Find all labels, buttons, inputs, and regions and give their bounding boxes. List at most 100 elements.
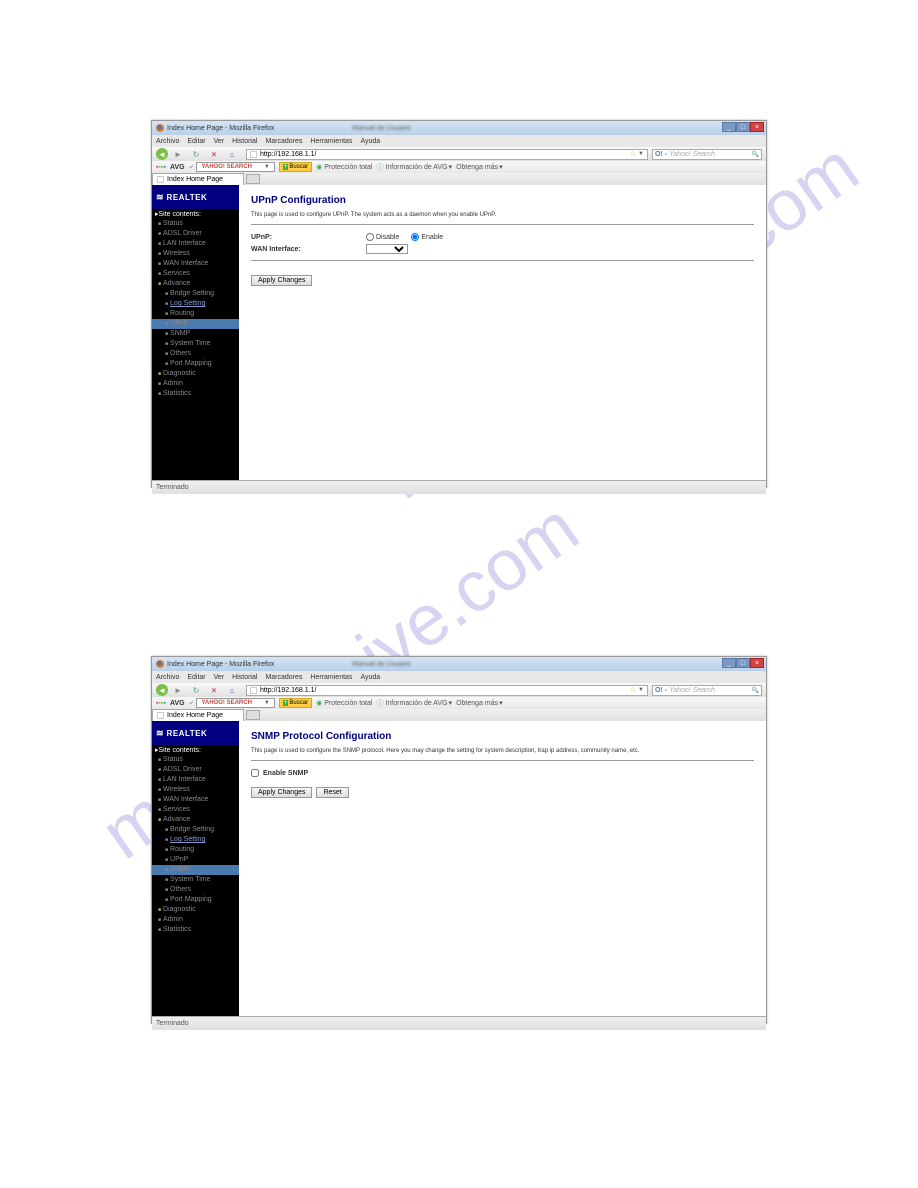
nav-admin[interactable]: Admin (152, 915, 239, 925)
menu-historial[interactable]: Historial (232, 138, 257, 145)
reload-button[interactable]: ↻ (188, 148, 204, 160)
new-tab-button[interactable] (246, 174, 260, 184)
nav-advance[interactable]: Advance (152, 279, 239, 289)
nav-upnp[interactable]: UPnP (152, 319, 239, 329)
forward-button[interactable]: ► (170, 684, 186, 696)
nav-lan[interactable]: LAN Interface (152, 239, 239, 249)
nav-wan[interactable]: WAN Interface (152, 259, 239, 269)
menu-ayuda[interactable]: Ayuda (360, 138, 380, 145)
nav-wireless[interactable]: Wireless (152, 249, 239, 259)
nav-advance[interactable]: Advance (152, 815, 239, 825)
nav-portmap[interactable]: Port Mapping (152, 895, 239, 905)
divider (251, 260, 754, 261)
menu-historial[interactable]: Historial (232, 674, 257, 681)
nav-routing[interactable]: Routing (152, 845, 239, 855)
proteccion-link[interactable]: ◉Protección total (316, 699, 372, 707)
maximize-button[interactable]: □ (736, 122, 750, 132)
bookmark-star-icon[interactable]: ☆ (630, 150, 636, 158)
menu-herramientas[interactable]: Herramientas (310, 674, 352, 681)
tab-label: Index Home Page (167, 712, 223, 719)
search-box[interactable]: O! - Yahoo! Search 🔍 (652, 685, 762, 696)
yahoo-search-box[interactable]: YAHOO! SEARCH ▼ (196, 162, 274, 172)
search-box[interactable]: O! - Yahoo! Search 🔍 (652, 149, 762, 160)
yahoo-search-box[interactable]: YAHOO! SEARCH ▼ (196, 698, 274, 708)
search-icon[interactable]: 🔍 (752, 687, 759, 694)
new-tab-button[interactable] (246, 710, 260, 720)
wan-select[interactable] (366, 244, 408, 254)
nav-log[interactable]: Log Setting (152, 299, 239, 309)
menu-ayuda[interactable]: Ayuda (360, 674, 380, 681)
nav-wireless[interactable]: Wireless (152, 785, 239, 795)
nav-services[interactable]: Services (152, 805, 239, 815)
nav-adsl[interactable]: ADSL Driver (152, 229, 239, 239)
info-avg-link[interactable]: ⓘInformación de AVG▾ (376, 162, 452, 172)
nav-snmp[interactable]: SNMP (152, 865, 239, 875)
search-icon[interactable]: 🔍 (752, 151, 759, 158)
home-button[interactable]: ⌂ (224, 148, 240, 160)
minimize-button[interactable]: _ (722, 658, 736, 668)
menu-ver[interactable]: Ver (214, 138, 225, 145)
nav-diagnostic[interactable]: Diagnostic (152, 905, 239, 915)
menu-marcadores[interactable]: Marcadores (265, 674, 302, 681)
enable-snmp-checkbox[interactable] (251, 769, 259, 777)
radio-enable[interactable]: Enable (411, 233, 443, 241)
url-dropdown-icon[interactable]: ▼ (638, 687, 644, 693)
menu-archivo[interactable]: Archivo (156, 138, 179, 145)
stop-button[interactable]: × (206, 684, 222, 696)
back-button[interactable]: ◄ (156, 148, 168, 160)
apply-button[interactable]: Apply Changes (251, 787, 312, 798)
close-button[interactable]: × (750, 658, 764, 668)
nav-bridge[interactable]: Bridge Setting (152, 289, 239, 299)
nav-others[interactable]: Others (152, 885, 239, 895)
maximize-button[interactable]: □ (736, 658, 750, 668)
nav-status[interactable]: Status (152, 219, 239, 229)
reload-button[interactable]: ↻ (188, 684, 204, 696)
stop-button[interactable]: × (206, 148, 222, 160)
nav-lan[interactable]: LAN Interface (152, 775, 239, 785)
menu-archivo[interactable]: Archivo (156, 674, 179, 681)
minimize-button[interactable]: _ (722, 122, 736, 132)
info-avg-link[interactable]: ⓘInformación de AVG▾ (376, 698, 452, 708)
menu-editar[interactable]: Editar (187, 138, 205, 145)
close-button[interactable]: × (750, 122, 764, 132)
proteccion-link[interactable]: ◉Protección total (316, 163, 372, 171)
nav-adsl[interactable]: ADSL Driver (152, 765, 239, 775)
nav-systime[interactable]: System Time (152, 339, 239, 349)
reset-button[interactable]: Reset (316, 787, 348, 798)
radio-disable[interactable]: Disable (366, 233, 399, 241)
nav-others[interactable]: Others (152, 349, 239, 359)
obtenga-link[interactable]: Obtenga más▾ (456, 163, 503, 171)
home-button[interactable]: ⌂ (224, 684, 240, 696)
menu-editar[interactable]: Editar (187, 674, 205, 681)
buscar-button[interactable]: +Buscar (279, 162, 312, 172)
nav-systime[interactable]: System Time (152, 875, 239, 885)
forward-button[interactable]: ► (170, 148, 186, 160)
nav-services[interactable]: Services (152, 269, 239, 279)
menu-marcadores[interactable]: Marcadores (265, 138, 302, 145)
nav-statistics[interactable]: Statistics (152, 925, 239, 935)
url-bar[interactable]: http://192.168.1.1/ ☆ ▼ (246, 685, 648, 696)
menu-herramientas[interactable]: Herramientas (310, 138, 352, 145)
nav-admin[interactable]: Admin (152, 379, 239, 389)
nav-bridge[interactable]: Bridge Setting (152, 825, 239, 835)
nav-snmp[interactable]: SNMP (152, 329, 239, 339)
tab-active[interactable]: Index Home Page (152, 709, 244, 721)
nav-routing[interactable]: Routing (152, 309, 239, 319)
menu-ver[interactable]: Ver (214, 674, 225, 681)
buscar-button[interactable]: +Buscar (279, 698, 312, 708)
apply-button[interactable]: Apply Changes (251, 275, 312, 286)
nav-log[interactable]: Log Setting (152, 835, 239, 845)
nav-status[interactable]: Status (152, 755, 239, 765)
nav-upnp[interactable]: UPnP (152, 855, 239, 865)
menu-bar: Archivo Editar Ver Historial Marcadores … (152, 671, 766, 683)
bookmark-star-icon[interactable]: ☆ (630, 686, 636, 694)
obtenga-link[interactable]: Obtenga más▾ (456, 699, 503, 707)
nav-wan[interactable]: WAN Interface (152, 795, 239, 805)
nav-statistics[interactable]: Statistics (152, 389, 239, 399)
nav-diagnostic[interactable]: Diagnostic (152, 369, 239, 379)
back-button[interactable]: ◄ (156, 684, 168, 696)
url-bar[interactable]: http://192.168.1.1/ ☆ ▼ (246, 149, 648, 160)
nav-portmap[interactable]: Port Mapping (152, 359, 239, 369)
url-dropdown-icon[interactable]: ▼ (638, 151, 644, 157)
tab-active[interactable]: Index Home Page (152, 173, 244, 185)
